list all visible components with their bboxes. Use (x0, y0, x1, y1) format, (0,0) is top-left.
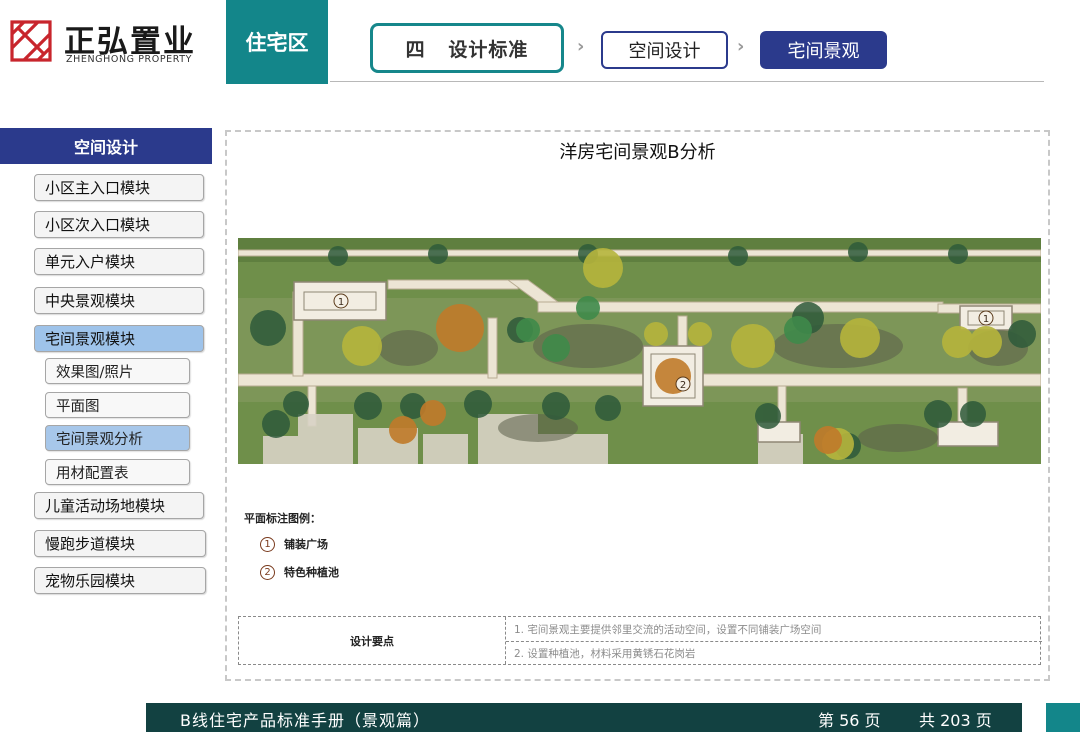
landscape-plan-image: 1 2 1 (238, 238, 1041, 464)
brand-logo: 正弘置业 ZHENGHONG PROPERTY (8, 18, 218, 68)
legend-entry: 2 特色种植池 (260, 564, 339, 580)
sidebar-item-children-play[interactable]: 儿童活动场地模块 (34, 492, 204, 519)
svg-text:1: 1 (338, 297, 344, 308)
plan-marker: 1 (333, 293, 349, 309)
brand-name-en: ZHENGHONG PROPERTY (66, 54, 193, 65)
logo-mark-icon (10, 20, 52, 62)
design-point: 1. 宅间景观主要提供邻里交流的活动空间，设置不同铺装广场空间 (514, 624, 822, 636)
plan-marker: 2 (675, 376, 691, 392)
sidebar-item-jogging-path[interactable]: 慢跑步道模块 (34, 530, 206, 557)
zone-tab[interactable]: 住宅区 (226, 0, 328, 84)
footer-title: B线住宅产品标准手册（景观篇） (180, 711, 430, 730)
design-points-label: 设计要点 (239, 617, 506, 664)
breadcrumb-current[interactable]: 宅间景观 (760, 31, 887, 69)
header-divider (330, 81, 1044, 82)
sidebar-item-unit-entry[interactable]: 单元入户模块 (34, 248, 204, 275)
chevron-right-icon: › (737, 36, 745, 57)
legend-title: 平面标注图例： (244, 512, 321, 525)
page-number: 第 56 页 (818, 711, 881, 730)
sidebar-subitem-materials[interactable]: 用材配置表 (45, 459, 190, 485)
plan-marker: 1 (978, 310, 994, 326)
slide: 正弘置业 ZHENGHONG PROPERTY 住宅区 四 设计标准 › 空间设… (0, 0, 1080, 748)
breadcrumb-chapter[interactable]: 四 设计标准 (370, 23, 564, 73)
footer-bar: B线住宅产品标准手册（景观篇） 第 56 页 共 203 页 (146, 703, 1022, 732)
chevron-right-icon: › (577, 36, 585, 57)
table-divider (506, 641, 1042, 642)
sidebar-item-central-landscape[interactable]: 中央景观模块 (34, 287, 204, 314)
design-points-table: 设计要点 1. 宅间景观主要提供邻里交流的活动空间，设置不同铺装广场空间 2. … (238, 616, 1042, 665)
sidebar-item-secondary-entrance[interactable]: 小区次入口模块 (34, 211, 204, 238)
sidebar-item-courtyard-landscape[interactable]: 宅间景观模块 (34, 325, 204, 352)
legend-label: 铺装广场 (284, 538, 328, 551)
sidebar-subitem-analysis[interactable]: 宅间景观分析 (45, 425, 190, 451)
legend-number-badge: 1 (260, 536, 275, 552)
design-point: 2. 设置种植池，材料采用黄锈石花岗岩 (514, 648, 696, 660)
sidebar-subitem-plan[interactable]: 平面图 (45, 392, 190, 418)
legend-label: 特色种植池 (284, 566, 339, 579)
breadcrumb-section[interactable]: 空间设计 (601, 31, 728, 69)
sidebar-subitem-renderings[interactable]: 效果图/照片 (45, 358, 190, 384)
page-title: 洋房宅间景观B分析 (559, 142, 716, 163)
total-pages: 共 203 页 (919, 711, 992, 730)
svg-text:1: 1 (983, 314, 989, 325)
content-panel: 洋房宅间景观B分析 1 2 1 平面标注图例： 1 铺装广场 2 特色种植池 设… (225, 130, 1050, 681)
sidebar-item-pet-park[interactable]: 宠物乐园模块 (34, 567, 206, 594)
legend-number-badge: 2 (260, 564, 275, 580)
svg-text:2: 2 (680, 380, 686, 391)
footer-accent (1046, 703, 1080, 732)
sidebar-heading: 空间设计 (0, 128, 212, 164)
legend-entry: 1 铺装广场 (260, 536, 328, 552)
sidebar-item-main-entrance[interactable]: 小区主入口模块 (34, 174, 204, 201)
